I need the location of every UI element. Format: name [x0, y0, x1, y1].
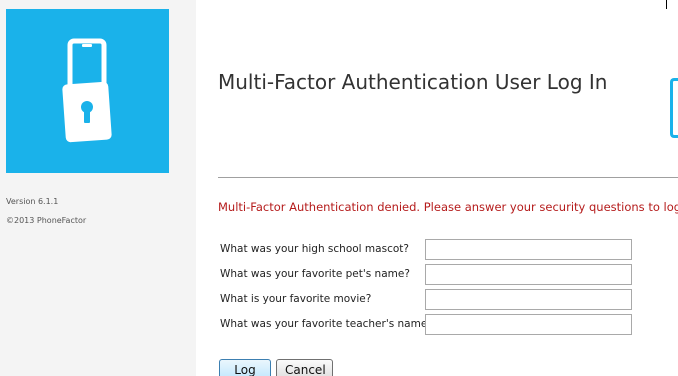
- movie-answer-input[interactable]: [425, 289, 632, 310]
- question-label: What was your favorite pet's name?: [220, 268, 410, 280]
- page-title: Multi-Factor Authentication User Log In: [218, 70, 608, 94]
- security-question-row: What was your favorite teacher's name?: [220, 314, 632, 336]
- window-edge-mark: [666, 0, 667, 9]
- security-question-row: What is your favorite movie?: [220, 289, 632, 311]
- mascot-answer-input[interactable]: [425, 239, 632, 260]
- phone-lock-icon: [62, 38, 112, 143]
- sidebar: Version 6.1.1 ©2013 PhoneFactor: [0, 0, 196, 376]
- phonefactor-logo: [6, 9, 169, 173]
- question-label: What is your favorite movie?: [220, 293, 372, 305]
- error-message: Multi-Factor Authentication denied. Plea…: [218, 200, 678, 214]
- security-question-row: What was your favorite pet's name?: [220, 264, 632, 286]
- login-button[interactable]: Log In: [219, 359, 271, 376]
- side-panel-tab[interactable]: [670, 78, 678, 138]
- login-page: Version 6.1.1 ©2013 PhoneFactor Multi-Fa…: [0, 0, 678, 376]
- teacher-name-answer-input[interactable]: [425, 314, 632, 335]
- version-text: Version 6.1.1: [6, 197, 59, 206]
- question-label: What was your high school mascot?: [220, 243, 409, 255]
- question-label: What was your favorite teacher's name?: [220, 318, 433, 330]
- pet-name-answer-input[interactable]: [425, 264, 632, 285]
- cancel-button[interactable]: Cancel: [276, 359, 333, 376]
- copyright-text: ©2013 PhoneFactor: [6, 216, 87, 225]
- title-divider: [218, 177, 678, 178]
- security-question-row: What was your high school mascot?: [220, 239, 632, 261]
